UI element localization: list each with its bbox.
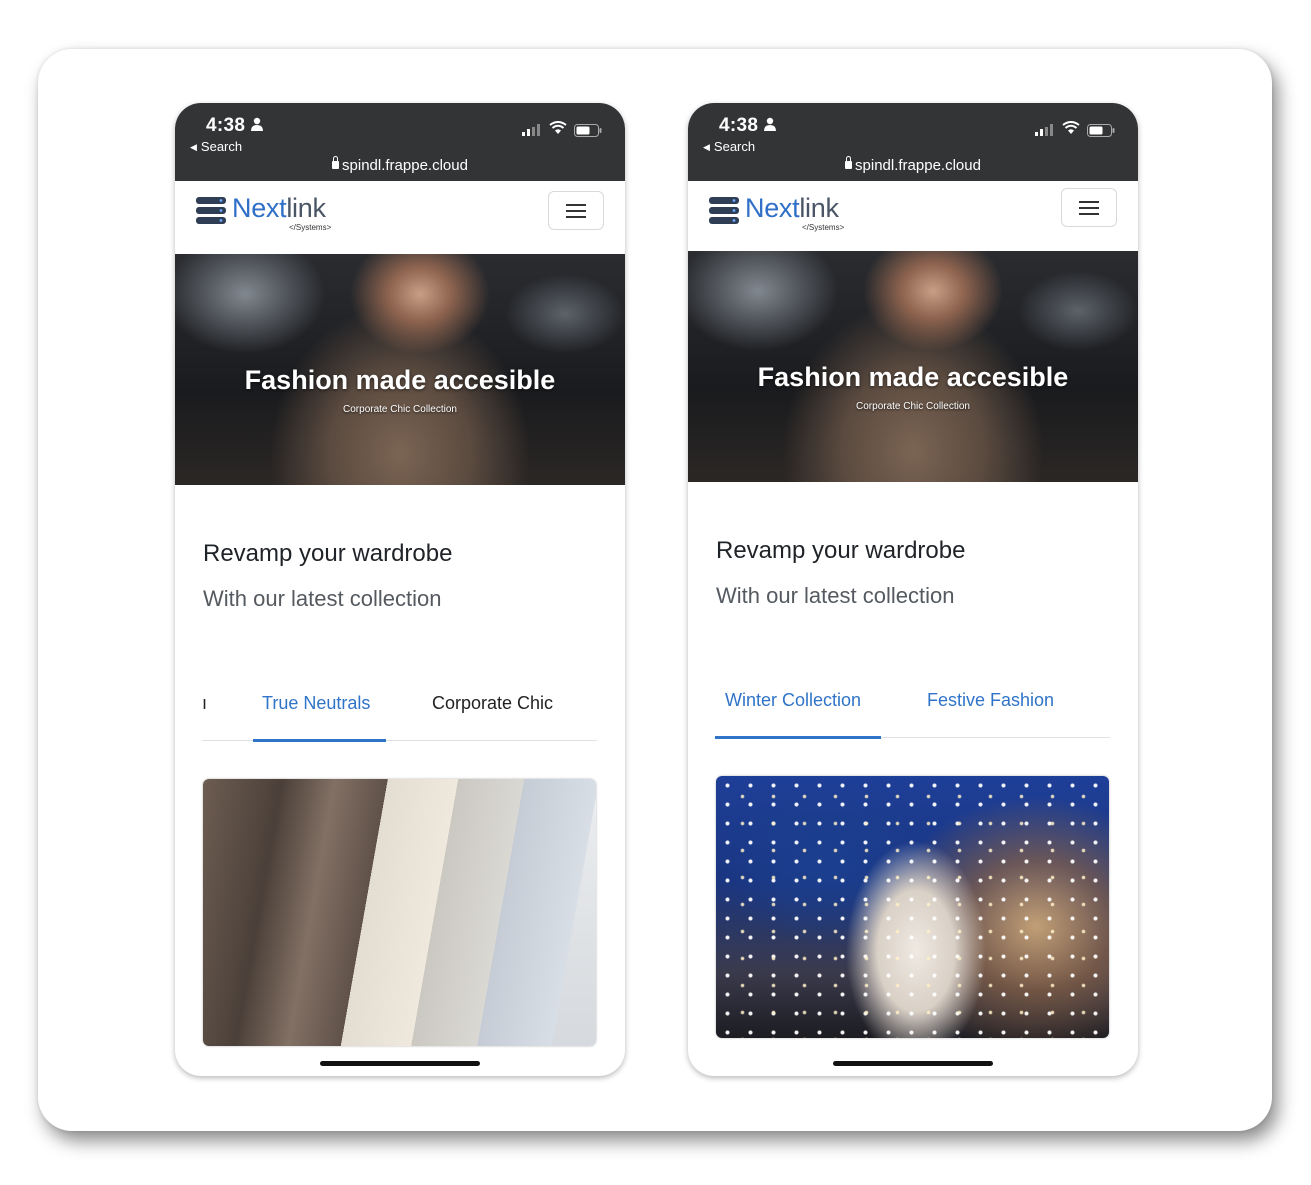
url-text: spindl.frappe.cloud: [855, 157, 981, 174]
hero-banner: Fashion made accesible Corporate Chic Co…: [175, 254, 625, 485]
status-time: 4:38: [719, 115, 759, 136]
brand-name: Nextlink: [745, 193, 839, 224]
collection-tabs: ı True Neutrals Corporate Chic: [202, 680, 597, 742]
server-stack-icon: [709, 197, 739, 224]
address-bar[interactable]: spindl.frappe.cloud: [688, 156, 1138, 174]
brand-name-primary: Next: [745, 193, 800, 223]
lock-icon: [845, 156, 853, 169]
status-bar: 4:38 ◀ Search spindl.frappe.cloud: [688, 103, 1138, 181]
status-time: 4:38: [206, 115, 246, 136]
back-to-search-link[interactable]: ◀ Search: [703, 139, 755, 154]
status-bar: 4:38 ◀ Search spindl.frappe.cloud: [175, 103, 625, 181]
hero-subtitle: Corporate Chic Collection: [343, 404, 457, 415]
person-icon: [764, 117, 776, 131]
section-title: Revamp your wardrobe: [203, 540, 453, 567]
section-title: Revamp your wardrobe: [716, 537, 966, 564]
lock-icon: [332, 156, 340, 169]
tab-winter-collection[interactable]: Winter Collection: [725, 690, 861, 711]
collection-image-clothes-rack[interactable]: [203, 779, 596, 1046]
brand-tagline: </Systems>: [802, 223, 845, 232]
home-indicator[interactable]: [833, 1061, 993, 1066]
back-label: Search: [713, 139, 756, 154]
collection-image-winter-lights[interactable]: [716, 776, 1109, 1038]
brand-name-secondary: link: [799, 193, 839, 223]
active-tab-indicator: [715, 736, 881, 739]
collection-tabs: Winter Collection Festive Fashion: [715, 677, 1110, 739]
tab-true-neutrals[interactable]: True Neutrals: [262, 693, 370, 714]
phone-right: 4:38 ◀ Search spindl.frappe.cloud Nextlin…: [688, 103, 1138, 1076]
brand-logo[interactable]: Nextlink </Systems>: [707, 193, 877, 235]
url-text: spindl.frappe.cloud: [342, 157, 468, 174]
brand-tagline: </Systems>: [289, 223, 332, 232]
tab-corporate-chic[interactable]: Corporate Chic: [432, 693, 553, 714]
menu-toggle-button[interactable]: [548, 191, 604, 230]
hero-banner: Fashion made accesible Corporate Chic Co…: [688, 251, 1138, 482]
hero-subtitle: Corporate Chic Collection: [856, 401, 970, 412]
person-icon: [251, 117, 263, 131]
hero-title: Fashion made accesible: [757, 362, 1069, 392]
brand-logo[interactable]: Nextlink </Systems>: [194, 193, 364, 235]
tab-festive-fashion[interactable]: Festive Fashion: [927, 690, 1054, 711]
hero-title: Fashion made accesible: [244, 365, 556, 395]
server-stack-icon: [196, 197, 226, 224]
hamburger-icon: [566, 204, 586, 206]
tab-partial[interactable]: ı: [202, 693, 207, 714]
wifi-icon: [549, 121, 567, 134]
back-arrow-icon: ◀: [190, 142, 197, 152]
menu-toggle-button[interactable]: [1061, 188, 1117, 227]
wifi-icon: [1062, 121, 1080, 134]
signal-icon: [1035, 124, 1053, 136]
brand-name-secondary: link: [286, 193, 326, 223]
site-navbar: Nextlink </Systems>: [175, 181, 625, 253]
site-navbar: Nextlink </Systems>: [688, 181, 1138, 253]
back-arrow-icon: ◀: [703, 142, 710, 152]
back-to-search-link[interactable]: ◀ Search: [190, 139, 242, 154]
battery-icon: [574, 124, 602, 137]
brand-name-primary: Next: [232, 193, 287, 223]
phone-left: 4:38 ◀ Search spindl.frappe.cloud Nextlin…: [175, 103, 625, 1076]
signal-icon: [522, 124, 540, 136]
active-tab-indicator: [253, 739, 386, 742]
back-label: Search: [200, 139, 243, 154]
home-indicator[interactable]: [320, 1061, 480, 1066]
address-bar[interactable]: spindl.frappe.cloud: [175, 156, 625, 174]
battery-icon: [1087, 124, 1115, 137]
section-subtitle: With our latest collection: [716, 583, 955, 608]
brand-name: Nextlink: [232, 193, 326, 224]
section-subtitle: With our latest collection: [203, 586, 442, 611]
hamburger-icon: [1079, 201, 1099, 203]
